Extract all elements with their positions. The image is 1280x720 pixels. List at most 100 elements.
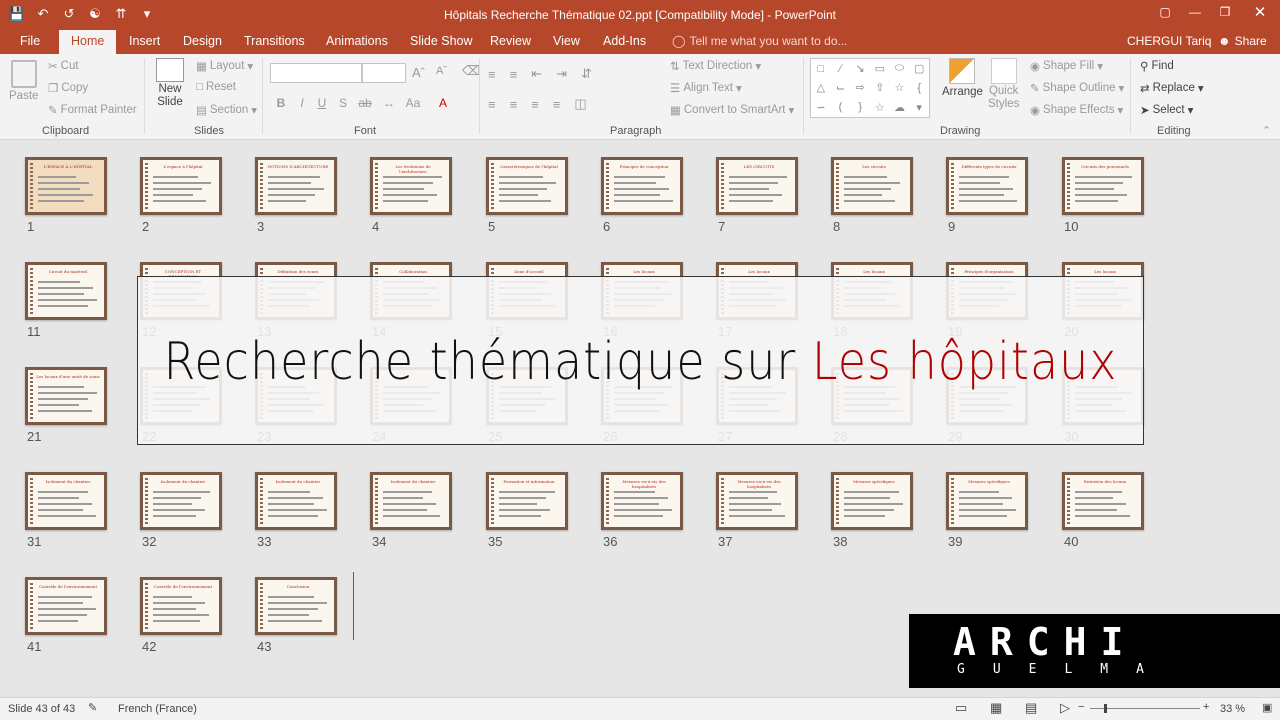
char-spacing-icon[interactable]: ↔: [380, 96, 398, 110]
slide-thumbnail[interactable]: Les locaux d'une unité de soins: [25, 367, 107, 425]
fit-to-window-icon[interactable]: ▣: [1262, 701, 1272, 714]
underline-icon[interactable]: U: [313, 96, 331, 110]
ribbon-display-button[interactable]: ▢: [1150, 0, 1180, 24]
slide-thumbnail[interactable]: L'ESPACE À L'HÔPITAL: [25, 157, 107, 215]
shape-fill-button[interactable]: ◉ Shape Fill ▾: [1030, 59, 1103, 73]
italic-icon[interactable]: I: [293, 96, 311, 110]
align-text-button[interactable]: ☰ Align Text ▾: [670, 81, 742, 95]
bullets-icon[interactable]: ≡: [488, 67, 496, 82]
tab-animations[interactable]: Animations: [314, 30, 400, 54]
tab-file[interactable]: File: [8, 30, 52, 54]
collapse-ribbon-icon[interactable]: ⌃: [1262, 124, 1271, 137]
slide-sorter-view-icon[interactable]: ▦: [990, 700, 1002, 716]
zoom-slider[interactable]: [1090, 704, 1200, 713]
slide-thumbnail[interactable]: Les circuits: [831, 157, 913, 215]
slide-thumbnail[interactable]: Différents types de circuits: [946, 157, 1028, 215]
language-indicator[interactable]: French (France): [118, 703, 197, 715]
zoom-in-icon[interactable]: +: [1203, 701, 1209, 713]
spelling-icon[interactable]: ✎: [88, 701, 97, 714]
tell-me-box[interactable]: ◯ Tell me what you want to do...: [672, 30, 848, 54]
tab-view[interactable]: View: [541, 30, 592, 54]
slide-thumbnail[interactable]: Mesures spécifiques: [946, 472, 1028, 530]
slide-thumbnail[interactable]: NOTIONS D'ARCHITECTURE: [255, 157, 337, 215]
align-center-icon[interactable]: ≡: [510, 97, 518, 112]
zoom-level[interactable]: 33 %: [1220, 703, 1245, 715]
font-name-combo[interactable]: [270, 63, 362, 83]
reset-button[interactable]: □ Reset: [196, 81, 236, 93]
align-left-icon[interactable]: ≡: [488, 97, 496, 112]
paste-button[interactable]: Paste: [9, 60, 38, 102]
align-right-icon[interactable]: ≡: [531, 97, 539, 112]
shapes-gallery[interactable]: □ ∕ ↘ ▭ ⬭ ▢ △ ⌙ ⇨ ⇧ ☆ { ∽ (} ☆ ☁ ▾: [810, 58, 930, 118]
shape-effects-button[interactable]: ◉ Shape Effects ▾: [1030, 103, 1123, 117]
slide-thumbnail[interactable]: Isolement du chantier: [25, 472, 107, 530]
zoom-out-icon[interactable]: −: [1078, 701, 1084, 713]
format-painter-button[interactable]: ✎ Format Painter: [48, 103, 137, 117]
line-spacing-icon[interactable]: ⇵: [581, 66, 592, 82]
text-direction-button[interactable]: ⇅ Text Direction ▾: [670, 59, 761, 73]
slide-thumbnail[interactable]: Circuits des personnels: [1062, 157, 1144, 215]
clear-format-icon[interactable]: ⌫: [462, 63, 480, 79]
quick-styles-button[interactable]: Quick Styles: [988, 58, 1019, 110]
share-button[interactable]: ☻ Share: [1218, 30, 1267, 52]
convert-smartart-button[interactable]: ▦ Convert to SmartArt ▾: [670, 103, 794, 117]
restore-button[interactable]: ❐: [1210, 0, 1240, 24]
font-size-combo[interactable]: [362, 63, 406, 83]
slide-thumbnail[interactable]: Formation et information: [486, 472, 568, 530]
font-grow-icon[interactable]: Aˆ: [412, 65, 425, 80]
slide-title: L'ESPACE À L'HÔPITAL: [43, 164, 93, 169]
columns-icon[interactable]: ◫: [574, 96, 586, 112]
slide-thumbnail[interactable]: Mesures vis-à-vis des hospitalisés: [716, 472, 798, 530]
slide-thumbnail[interactable]: LES CIRCUITS: [716, 157, 798, 215]
slide-thumbnail[interactable]: Caractéristiques de l'hôpital: [486, 157, 568, 215]
slide-thumbnail[interactable]: Contrôle de l'environnement: [25, 577, 107, 635]
justify-icon[interactable]: ≡: [553, 97, 561, 112]
slide-thumbnail[interactable]: Circuit du matériel: [25, 262, 107, 320]
bold-icon[interactable]: B: [272, 96, 290, 110]
tab-home[interactable]: Home: [59, 30, 117, 54]
slide-thumbnail[interactable]: Isolement du chantier: [140, 472, 222, 530]
slide-thumbnail[interactable]: Entretien des locaux: [1062, 472, 1144, 530]
slide-text-line: [729, 503, 781, 505]
decrease-indent-icon[interactable]: ⇤: [531, 66, 542, 82]
find-button[interactable]: ⚲ Find: [1140, 59, 1174, 73]
close-button[interactable]: ✕: [1240, 0, 1280, 24]
tab-insert[interactable]: Insert: [117, 30, 172, 54]
tab-design[interactable]: Design: [171, 30, 234, 54]
cut-button[interactable]: ✂ Cut: [48, 59, 79, 73]
change-case-icon[interactable]: Aa: [404, 96, 422, 110]
slide-thumbnail[interactable]: Contrôle de l'environnement: [140, 577, 222, 635]
slide-thumbnail[interactable]: Mesures vis-à-vis des hospitalisés: [601, 472, 683, 530]
normal-view-icon[interactable]: ▭: [955, 700, 967, 716]
select-button[interactable]: ➤ Select ▾: [1140, 103, 1193, 117]
slide-thumbnail[interactable]: Conclusion: [255, 577, 337, 635]
shadow-icon[interactable]: S: [334, 96, 352, 110]
arrange-button[interactable]: Arrange: [942, 58, 983, 98]
zoom-slider-knob[interactable]: [1104, 704, 1107, 713]
shape-outline-button[interactable]: ✎ Shape Outline ▾: [1030, 81, 1124, 95]
slide-thumbnail[interactable]: Mesures spécifiques: [831, 472, 913, 530]
tab-slide-show[interactable]: Slide Show: [398, 30, 485, 54]
tab-add-ins[interactable]: Add-Ins: [591, 30, 658, 54]
tab-transitions[interactable]: Transitions: [232, 30, 317, 54]
user-name[interactable]: CHERGUI Tariq: [1127, 30, 1211, 52]
increase-indent-icon[interactable]: ⇥: [556, 66, 567, 82]
strikethrough-icon[interactable]: ab: [356, 96, 374, 110]
slideshow-view-icon[interactable]: ▷: [1060, 700, 1070, 716]
font-color-icon[interactable]: A: [434, 96, 452, 110]
section-button[interactable]: ▤ Section ▾: [196, 103, 257, 117]
font-shrink-icon[interactable]: Aˇ: [436, 65, 447, 77]
layout-button[interactable]: ▦ Layout ▾: [196, 59, 253, 73]
reading-view-icon[interactable]: ▤: [1025, 700, 1037, 716]
slide-thumbnail[interactable]: L'espace à l'hôpital: [140, 157, 222, 215]
slide-thumbnail[interactable]: Isolement du chantier: [255, 472, 337, 530]
replace-button[interactable]: ⇄ Replace ▾: [1140, 81, 1204, 95]
slide-thumbnail[interactable]: Isolement du chantier: [370, 472, 452, 530]
new-slide-button[interactable]: New Slide: [156, 58, 184, 108]
slide-thumbnail[interactable]: Principes de conception: [601, 157, 683, 215]
slide-thumbnail[interactable]: Les évolutions de l'architecture: [370, 157, 452, 215]
numbering-icon[interactable]: ≡: [510, 67, 518, 82]
copy-button[interactable]: ❐ Copy: [48, 81, 88, 95]
minimize-button[interactable]: —: [1180, 0, 1210, 24]
tab-review[interactable]: Review: [478, 30, 543, 54]
